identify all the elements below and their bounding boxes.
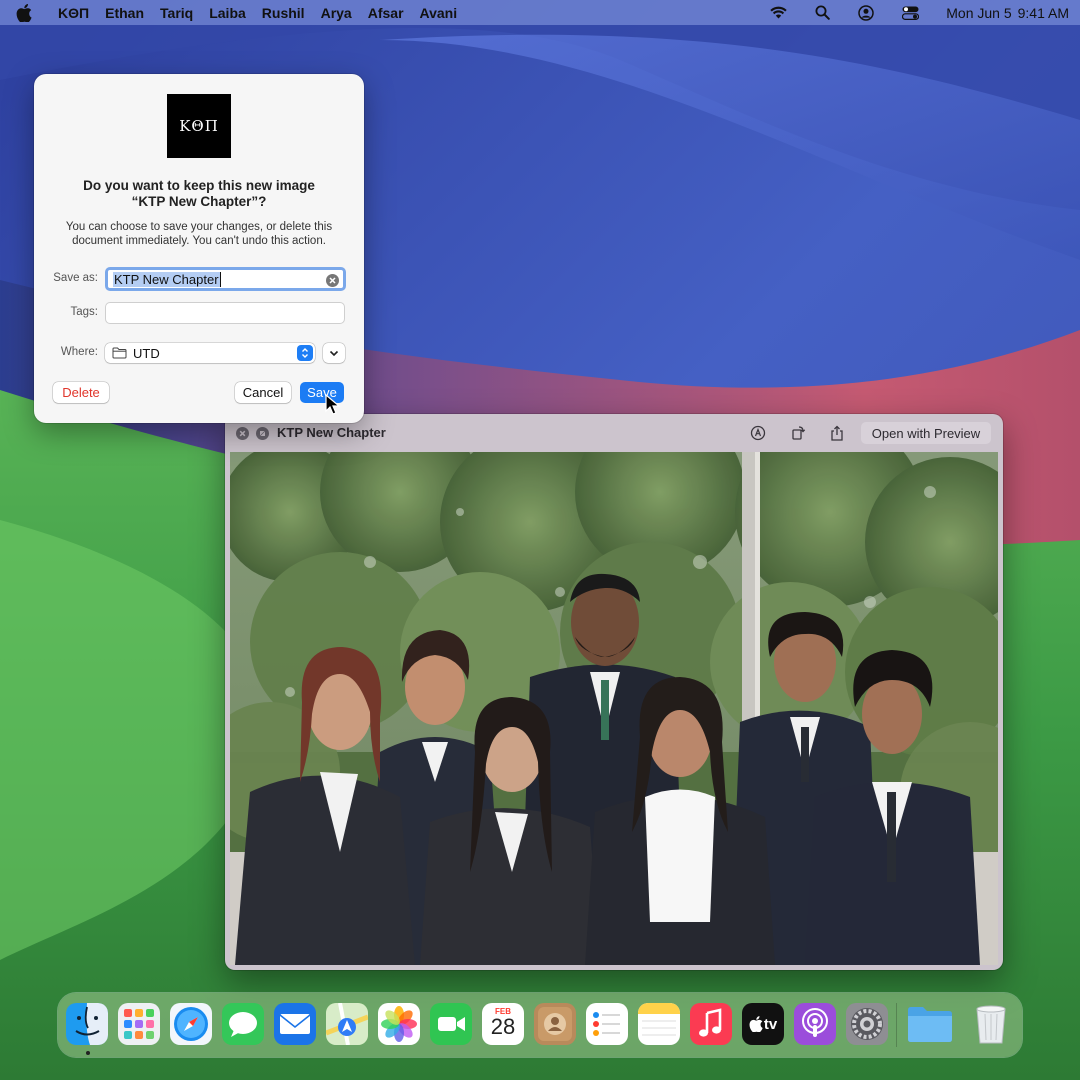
fullscreen-icon[interactable] — [256, 427, 269, 440]
spotlight-icon[interactable] — [812, 4, 832, 22]
dock-notes-icon[interactable] — [638, 1003, 680, 1045]
folder-icon — [112, 347, 128, 360]
dock-reminders-icon[interactable] — [586, 1003, 628, 1045]
dock-divider — [896, 1003, 897, 1047]
text-caret — [219, 271, 221, 287]
mouse-cursor — [325, 394, 341, 415]
dock-messages-icon[interactable] — [222, 1003, 264, 1045]
save-as-label: Save as: — [53, 272, 98, 284]
dock-music-icon[interactable] — [690, 1003, 732, 1045]
rotate-icon[interactable] — [789, 424, 807, 442]
dock-folder-icon[interactable] — [906, 1003, 954, 1045]
open-with-preview-button[interactable]: Open with Preview — [861, 422, 991, 444]
menu-item-laiba[interactable]: Laiba — [209, 5, 246, 21]
chevron-down-icon — [329, 350, 339, 356]
dock-calendar-icon[interactable]: FEB 28 — [482, 1003, 524, 1045]
menu-item-rushil[interactable]: Rushil — [262, 5, 305, 21]
menu-item-tariq[interactable]: Tariq — [160, 5, 193, 21]
clear-field-icon[interactable] — [326, 274, 339, 287]
dock-safari-icon[interactable] — [170, 1003, 212, 1045]
dock-finder-icon[interactable] — [66, 1003, 108, 1045]
dock-maps-icon[interactable] — [326, 1003, 368, 1045]
dock-launchpad-icon[interactable] — [118, 1003, 160, 1045]
menu-item-arya[interactable]: Arya — [321, 5, 352, 21]
user-icon[interactable] — [856, 4, 876, 22]
where-label: Where: — [60, 346, 98, 358]
tags-field[interactable] — [105, 302, 345, 324]
save-as-value: KTP New Chapter — [113, 271, 220, 287]
calendar-day: 28 — [490, 1013, 516, 1039]
running-indicator — [86, 1051, 90, 1055]
select-stepper-icon — [297, 345, 313, 361]
group-photo — [230, 452, 998, 965]
tv-label: tv — [763, 1015, 778, 1033]
dock-settings-icon[interactable] — [846, 1003, 888, 1045]
expand-dialog-button[interactable] — [323, 343, 345, 363]
close-icon[interactable] — [236, 427, 249, 440]
dock-mail-icon[interactable] — [274, 1003, 316, 1045]
where-value: UTD — [133, 345, 160, 361]
where-select[interactable]: UTD — [105, 343, 315, 363]
share-icon[interactable] — [828, 424, 846, 442]
dock-photos-icon[interactable] — [378, 1003, 420, 1045]
menu-item-ethan[interactable]: Ethan — [105, 5, 144, 21]
quicklook-window: KTP New Chapter Open with Preview — [225, 414, 1003, 970]
ktp-logo: KΘΠ — [167, 94, 231, 158]
tags-label: Tags: — [70, 306, 99, 318]
menu-date: Mon Jun 5 — [946, 4, 1012, 21]
dock-contacts-icon[interactable] — [534, 1003, 576, 1045]
dock-trash-icon[interactable] — [970, 1003, 1012, 1045]
menu-app-name[interactable]: KΘΠ — [58, 5, 89, 21]
markup-icon[interactable] — [749, 424, 767, 442]
dialog-title-line1: Do you want to keep this new image — [83, 178, 315, 193]
dock-podcasts-icon[interactable] — [794, 1003, 836, 1045]
menu-item-avani[interactable]: Avani — [420, 5, 458, 21]
dialog-description: You can choose to save your changes, or … — [65, 221, 333, 247]
delete-button[interactable]: Delete — [53, 382, 109, 403]
save-dialog: KΘΠ Do you want to keep this new image “… — [34, 74, 364, 423]
menu-clock[interactable]: Mon Jun 5 9:41 AM — [946, 5, 1069, 21]
cancel-button[interactable]: Cancel — [235, 382, 291, 403]
quicklook-title: KTP New Chapter — [277, 425, 386, 440]
dialog-title-line2: “KTP New Chapter”? — [131, 194, 267, 209]
menu-time: 9:41 AM — [1017, 4, 1069, 21]
save-as-field[interactable]: KTP New Chapter — [105, 267, 346, 291]
dialog-title: Do you want to keep this new image “KTP … — [54, 178, 344, 210]
apple-icon[interactable] — [16, 2, 38, 24]
menu-item-afsar[interactable]: Afsar — [368, 5, 404, 21]
dock-facetime-icon[interactable] — [430, 1003, 472, 1045]
dock-tv-icon[interactable]: tv — [742, 1003, 784, 1045]
dock: FEB 28 tv — [58, 993, 1022, 1057]
control-center-icon[interactable] — [900, 4, 920, 22]
menu-bar: KΘΠ Ethan Tariq Laiba Rushil Arya Afsar … — [0, 0, 1080, 25]
wifi-icon[interactable] — [768, 4, 788, 22]
